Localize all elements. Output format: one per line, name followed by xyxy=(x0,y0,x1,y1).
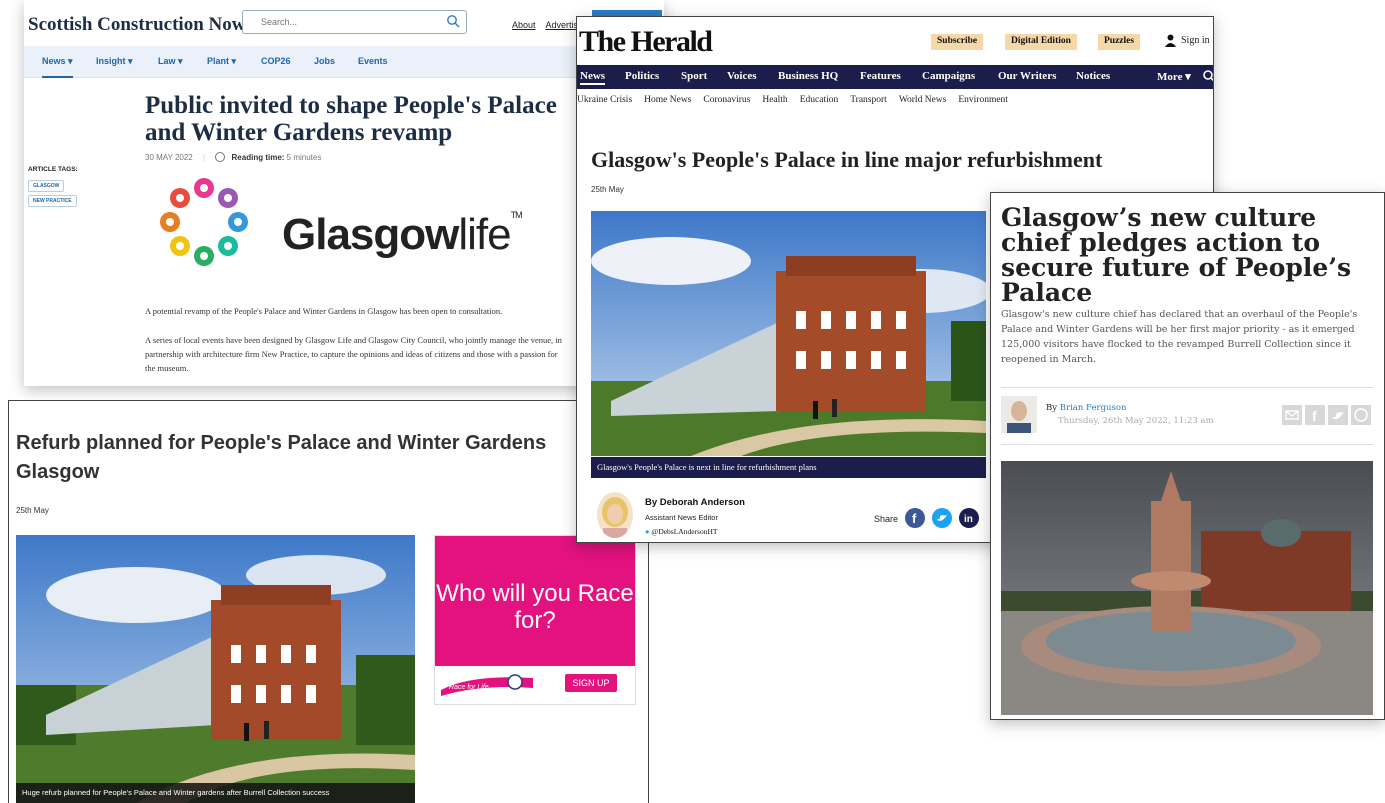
herald-nav-features[interactable]: Features xyxy=(860,70,901,82)
herald-article-date: 25th May xyxy=(591,185,624,194)
herald-photo-caption: Glasgow's People's Palace is next in lin… xyxy=(591,457,986,478)
svg-text:Race for Life: Race for Life xyxy=(449,684,489,691)
divider xyxy=(1001,444,1373,445)
nav-item-cop26[interactable]: COP26 xyxy=(261,56,291,66)
herald-author-role: Assistant News Editor xyxy=(645,513,718,522)
facebook-icon[interactable]: f xyxy=(905,508,925,528)
scn-paragraph-1: A potential revamp of the People's Palac… xyxy=(145,306,503,316)
reading-time-value: 5 minutes xyxy=(286,153,322,162)
nav-item-news[interactable]: News ▾ xyxy=(42,56,73,78)
glasgow-life-wordmark: GlasgowlifeTM xyxy=(282,210,523,259)
culture-author-link[interactable]: Brian Ferguson xyxy=(1060,403,1127,413)
digital-edition-button[interactable]: Digital Edition xyxy=(1005,34,1077,50)
author-avatar[interactable] xyxy=(1001,396,1037,433)
puzzles-button[interactable]: Puzzles xyxy=(1098,34,1141,50)
ad-signup-button[interactable]: SIGN UP xyxy=(565,674,617,692)
culture-byline: By Brian Ferguson xyxy=(1046,403,1127,413)
herald-nav-sport[interactable]: Sport xyxy=(681,70,707,82)
herald-nav-news[interactable]: News xyxy=(580,70,606,85)
scn-nav-bar: News ▾ Insight ▾ Law ▾ Plant ▾ COP26 Job… xyxy=(24,46,664,78)
sign-in-link[interactable]: Sign in xyxy=(1181,35,1210,46)
peoples-palace-photo xyxy=(16,535,415,803)
share-label: Share xyxy=(874,514,899,524)
clock-icon xyxy=(215,152,226,162)
subnav-home-news[interactable]: Home News xyxy=(644,95,691,105)
search-icon[interactable] xyxy=(446,14,460,28)
reading-time-label: Reading time: xyxy=(231,153,285,162)
article-date: 30 MAY 2022 xyxy=(145,153,193,162)
herald-nav-notices[interactable]: Notices xyxy=(1076,70,1110,82)
herald-sub-nav: Ukraine Crisis Home News Coronavirus Health… xyxy=(577,95,1020,105)
facebook-icon[interactable]: f xyxy=(1305,405,1325,425)
herald-author-name[interactable]: By Deborah Anderson xyxy=(645,497,745,508)
email-icon[interactable] xyxy=(1282,405,1302,425)
tag-new-practice[interactable]: NEW PRACTICE xyxy=(28,195,77,207)
svg-text:in: in xyxy=(964,514,973,525)
subnav-environment[interactable]: Environment xyxy=(958,95,1008,105)
scn-header: Scottish Construction Now About Advertis xyxy=(24,0,664,46)
search-icon[interactable] xyxy=(1202,69,1214,83)
scn-article-title: Public invited to shape People's Palace … xyxy=(145,92,557,146)
race-for-life-ad[interactable]: Who will you Race for? Race for Life SIG… xyxy=(434,535,636,705)
subnav-health[interactable]: Health xyxy=(762,95,787,105)
subnav-education[interactable]: Education xyxy=(800,95,839,105)
divider xyxy=(1001,387,1373,388)
article-tags-label: ARTICLE TAGS: xyxy=(28,166,78,173)
refurb-article-title: Refurb planned for People's Palace and W… xyxy=(16,432,547,483)
nav-item-jobs[interactable]: Jobs xyxy=(314,56,335,66)
nav-item-plant[interactable]: Plant ▾ xyxy=(207,56,236,67)
scn-article-meta: 30 MAY 2022 | Reading time: 5 minutes xyxy=(145,152,322,162)
scn-logo[interactable]: Scottish Construction Now xyxy=(28,14,245,36)
herald-nav-our-writers[interactable]: Our Writers xyxy=(998,70,1056,82)
herald-nav-politics[interactable]: Politics xyxy=(625,70,659,82)
search-input[interactable] xyxy=(261,17,441,27)
linkedin-icon[interactable]: in xyxy=(959,508,979,528)
nav-item-insight[interactable]: Insight ▾ xyxy=(96,56,133,67)
subscribe-button[interactable]: Subscribe xyxy=(931,34,984,50)
herald-author-twitter[interactable]: ● @DebsLAndersonHT xyxy=(645,527,717,536)
nav-item-events[interactable]: Events xyxy=(358,56,388,66)
refurb-photo-caption: Huge refurb planned for People's Palace … xyxy=(16,783,415,803)
culture-article-lede: Glasgow's new culture chief has declared… xyxy=(1001,309,1358,365)
doulton-fountain-photo xyxy=(1001,461,1373,715)
race-for-life-logo: Race for Life xyxy=(441,674,533,696)
twitter-icon[interactable] xyxy=(932,508,952,528)
peoples-palace-photo xyxy=(591,211,986,456)
culture-chief-article-screenshot: Glasgow’s new culture chief pledges acti… xyxy=(990,192,1385,720)
culture-timestamp: Thursday, 26th May 2022, 11:23 am xyxy=(1058,416,1214,426)
subnav-ukraine[interactable]: Ukraine Crisis xyxy=(577,95,632,105)
herald-nav-more[interactable]: More ▾ xyxy=(1157,70,1191,83)
advertise-link[interactable]: Advertis xyxy=(546,20,579,30)
subnav-coronavirus[interactable]: Coronavirus xyxy=(703,95,750,105)
subnav-world-news[interactable]: World News xyxy=(899,95,947,105)
herald-masthead[interactable]: The Herald xyxy=(579,25,713,59)
herald-nav-business-hq[interactable]: Business HQ xyxy=(778,70,838,82)
subnav-transport[interactable]: Transport xyxy=(850,95,887,105)
whatsapp-icon[interactable] xyxy=(1351,405,1371,425)
twitter-icon[interactable] xyxy=(1328,405,1348,425)
herald-nav-campaigns[interactable]: Campaigns xyxy=(922,70,975,82)
scn-paragraph-2: A series of local events have been desig… xyxy=(145,335,562,373)
svg-text:f: f xyxy=(1312,408,1317,424)
user-icon[interactable] xyxy=(1165,34,1176,47)
culture-article-title: Glasgow’s new culture chief pledges acti… xyxy=(1001,203,1352,307)
ad-headline: Who will you Race for? xyxy=(436,580,634,634)
herald-nav-voices[interactable]: Voices xyxy=(727,70,757,82)
herald-nav-bar: News Politics Sport Voices Business HQ F… xyxy=(577,65,1213,89)
about-link[interactable]: About xyxy=(512,20,536,30)
refurb-article-screenshot: Refurb planned for People's Palace and W… xyxy=(8,400,649,803)
scn-article-screenshot: Scottish Construction Now AboutAdvertis … xyxy=(24,0,664,386)
svg-text:f: f xyxy=(912,511,917,526)
author-avatar[interactable] xyxy=(597,492,633,538)
tag-glasgow[interactable]: GLASGOW xyxy=(28,180,65,192)
nav-item-law[interactable]: Law ▾ xyxy=(158,56,183,67)
herald-article-title: Glasgow's People's Palace in line major … xyxy=(591,147,1103,172)
refurb-article-date: 25th May xyxy=(16,506,49,515)
scn-search-box[interactable] xyxy=(242,10,467,34)
